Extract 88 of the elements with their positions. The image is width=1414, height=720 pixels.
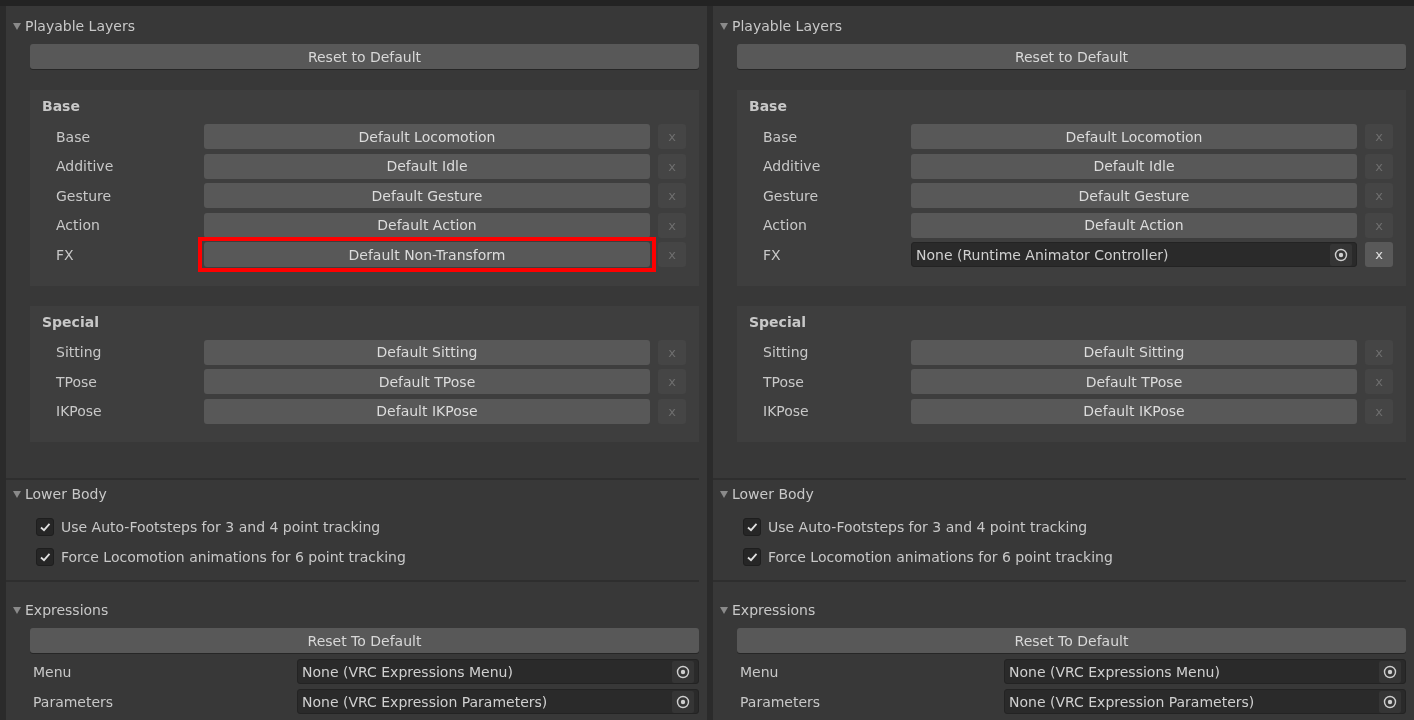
object-field[interactable]: None (VRC Expression Parameters) <box>297 689 699 714</box>
target-icon <box>1383 694 1397 709</box>
layer-label: FX <box>56 246 75 263</box>
layer-button[interactable]: Default Action <box>911 212 1357 238</box>
object-picker-button[interactable] <box>672 690 694 713</box>
layer-button[interactable]: Default IKPose <box>911 398 1357 424</box>
checkbox-label: Force Locomotion animations for 6 point tracking <box>61 549 406 565</box>
checkbox[interactable] <box>743 518 761 536</box>
layer-button[interactable]: Default Idle <box>911 153 1357 179</box>
layer-label: Action <box>763 217 808 233</box>
field-value: None (VRC Expression Parameters) <box>302 693 548 710</box>
object-field[interactable]: None (Runtime Animator Controller) <box>911 242 1357 267</box>
layer-label: Base <box>763 128 799 145</box>
section-title: Expressions <box>25 602 109 618</box>
group-title: Base <box>42 97 81 116</box>
layer-label: Sitting <box>763 344 810 360</box>
layer-button[interactable]: Default TPose <box>911 369 1357 394</box>
object-picker-button[interactable] <box>672 660 694 683</box>
checkbox-label: Use Auto-Footsteps for 3 and 4 point tracking <box>768 519 1088 535</box>
checkbox[interactable] <box>743 548 761 566</box>
layer-label: IKPose <box>56 403 103 419</box>
layer-label: Sitting <box>56 344 103 360</box>
section-title: Playable Layers <box>732 18 842 34</box>
group-title: Special <box>749 312 807 332</box>
reset-button[interactable]: Reset To Default <box>30 628 699 653</box>
checkmark-icon <box>39 521 51 533</box>
layer-button[interactable]: Default Gesture <box>204 183 650 208</box>
object-field[interactable]: None (VRC Expressions Menu) <box>1004 659 1406 684</box>
layer-button[interactable]: Default Gesture <box>911 183 1357 208</box>
object-picker-button[interactable] <box>1330 243 1352 266</box>
layer-label: Gesture <box>763 187 820 204</box>
foldout-arrow-icon[interactable] <box>12 489 22 499</box>
object-picker-button[interactable] <box>1379 690 1401 713</box>
layer-button[interactable]: Default Action <box>204 212 650 238</box>
field-value: None (VRC Expressions Menu) <box>302 663 513 680</box>
reset-button[interactable]: Reset to Default <box>30 44 699 69</box>
layer-label: Gesture <box>56 187 113 204</box>
target-icon <box>676 664 690 679</box>
reset-button[interactable]: Reset To Default <box>737 628 1406 653</box>
layer-label: IKPose <box>763 403 810 419</box>
field-label: Menu <box>33 663 73 680</box>
group-title: Special <box>42 312 100 332</box>
layer-button[interactable]: Default Non-Transform <box>204 242 650 267</box>
checkmark-icon <box>39 551 51 563</box>
layer-label: TPose <box>56 373 98 390</box>
foldout-arrow-icon[interactable] <box>719 489 729 499</box>
clear-button[interactable]: x <box>1365 242 1393 267</box>
layer-button[interactable]: Default TPose <box>204 369 650 394</box>
layer-button[interactable]: Default Sitting <box>204 339 650 365</box>
layer-label: Base <box>56 128 92 145</box>
field-value: None (VRC Expressions Menu) <box>1009 663 1220 680</box>
layer-button[interactable]: Default Locomotion <box>204 124 650 149</box>
section-title: Playable Layers <box>25 18 135 34</box>
foldout-arrow-icon[interactable] <box>12 21 22 31</box>
field-label: Parameters <box>740 693 822 710</box>
layer-button[interactable]: Default Sitting <box>911 339 1357 365</box>
reset-button[interactable]: Reset to Default <box>737 44 1406 69</box>
checkmark-icon <box>746 551 758 563</box>
field-value: None (Runtime Animator Controller) <box>916 246 1169 263</box>
object-picker-button[interactable] <box>1379 660 1401 683</box>
layer-label: FX <box>763 246 782 263</box>
section-title: Expressions <box>732 602 816 618</box>
checkbox[interactable] <box>36 548 54 566</box>
layer-label: Additive <box>763 158 822 174</box>
foldout-arrow-icon[interactable] <box>719 21 729 31</box>
layer-button[interactable]: Default IKPose <box>204 398 650 424</box>
foldout-arrow-icon[interactable] <box>12 605 22 615</box>
checkbox[interactable] <box>36 518 54 536</box>
group-title: Base <box>749 97 788 116</box>
field-value: None (VRC Expression Parameters) <box>1009 693 1255 710</box>
layer-button[interactable]: Default Idle <box>204 153 650 179</box>
section-title: Lower Body <box>25 486 107 502</box>
field-label: Parameters <box>33 693 115 710</box>
object-field[interactable]: None (VRC Expression Parameters) <box>1004 689 1406 714</box>
checkbox-label: Force Locomotion animations for 6 point tracking <box>768 549 1113 565</box>
checkbox-label: Use Auto-Footsteps for 3 and 4 point tracking <box>61 519 381 535</box>
target-icon <box>676 694 690 709</box>
target-icon <box>1334 247 1348 262</box>
field-label: Menu <box>740 663 780 680</box>
target-icon <box>1383 664 1397 679</box>
foldout-arrow-icon[interactable] <box>719 605 729 615</box>
section-title: Lower Body <box>732 486 814 502</box>
layer-button[interactable]: Default Locomotion <box>911 124 1357 149</box>
checkmark-icon <box>746 521 758 533</box>
layer-label: TPose <box>763 373 805 390</box>
layer-label: Action <box>56 217 101 233</box>
layer-label: Additive <box>56 158 115 174</box>
object-field[interactable]: None (VRC Expressions Menu) <box>297 659 699 684</box>
